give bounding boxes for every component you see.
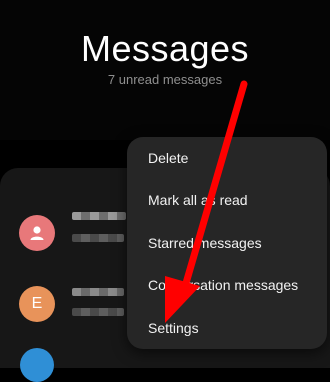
redacted-contact-name <box>72 212 126 220</box>
unread-count: 7 unread messages <box>107 72 223 87</box>
redacted-contact-name <box>72 288 124 296</box>
menu-item-delete[interactable]: Delete <box>127 138 327 178</box>
menu-item-mark-all-as-read[interactable]: Mark all as read <box>127 180 327 220</box>
app-header: Messages 7 unread messages <box>0 0 330 140</box>
menu-item-settings[interactable]: Settings <box>127 308 327 348</box>
page-title: Messages <box>80 28 250 69</box>
avatar-letter: E <box>31 295 43 312</box>
avatar <box>20 348 54 382</box>
person-icon <box>30 226 44 240</box>
menu-item-starred-messages[interactable]: Starred messages <box>127 223 327 263</box>
avatar: E <box>19 286 55 322</box>
redacted-message-preview <box>72 308 124 316</box>
avatar <box>19 215 55 251</box>
menu-item-conversation-messages[interactable]: Conversation messages <box>127 265 327 305</box>
overflow-menu: Delete Mark all as read Starred messages… <box>127 137 327 349</box>
redacted-message-preview <box>72 234 124 242</box>
